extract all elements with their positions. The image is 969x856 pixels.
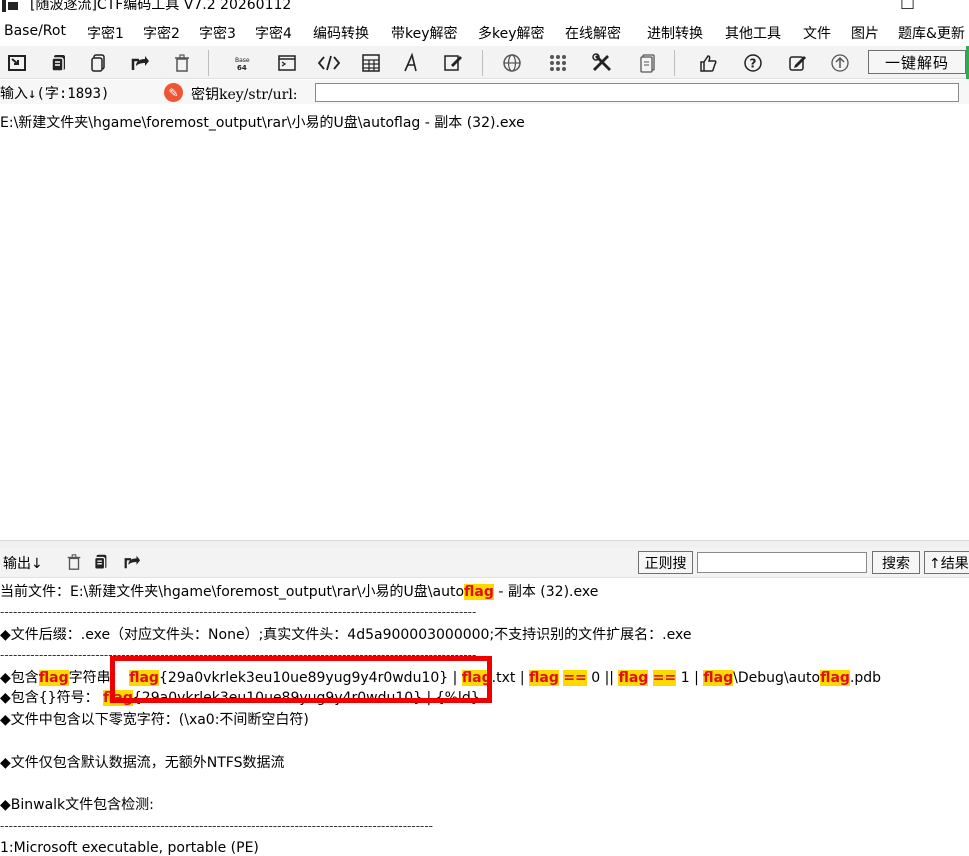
toolbar: Base 64 ? xyxy=(0,46,969,79)
menu-item[interactable]: 字密1 xyxy=(87,23,124,43)
toolbar-separator xyxy=(208,50,209,76)
one-click-decode-button[interactable]: 一键解码 xyxy=(868,50,966,74)
pencil-icon: ✎ xyxy=(164,83,183,102)
output-current-file: 当前文件：E:\新建文件夹\hgame\foremost_output\rar\… xyxy=(0,584,599,600)
menu-item[interactable]: 编码转换 xyxy=(313,23,369,43)
search-input[interactable] xyxy=(697,552,867,573)
search-button[interactable]: 搜索 xyxy=(872,551,920,574)
svg-text:64: 64 xyxy=(237,64,247,72)
globe-icon[interactable] xyxy=(499,50,525,76)
toolbar-separator xyxy=(674,50,675,76)
code-icon[interactable] xyxy=(316,50,342,76)
app-icon xyxy=(2,0,20,12)
splitter[interactable] xyxy=(0,540,969,548)
menu-item[interactable]: 进制转换 xyxy=(647,23,703,43)
result-button[interactable]: ↑结果 xyxy=(924,551,969,574)
output-ntfs-line: ◆文件仅包含默认数据流，无额外NTFS数据流 xyxy=(0,755,285,771)
maximize-icon[interactable]: □ xyxy=(900,0,915,11)
tools-icon[interactable] xyxy=(589,50,615,76)
output-label: 输出↓ xyxy=(3,556,43,572)
window-title: [随波逐流]CTF编码工具 V7.2 20260112 xyxy=(30,0,292,13)
divider: ----------------------------------------… xyxy=(0,819,434,833)
menu-item[interactable]: 字密3 xyxy=(199,23,236,43)
copy-icon[interactable] xyxy=(46,50,72,76)
help-icon[interactable]: ? xyxy=(740,50,766,76)
menu-item[interactable]: 文件 xyxy=(803,23,831,43)
trash-icon[interactable] xyxy=(63,551,85,573)
edit-chart-icon[interactable] xyxy=(440,50,466,76)
output-extension-line: ◆文件后缀：.exe（对应文件头：None）;真实文件头：4d5a9000030… xyxy=(0,627,692,643)
menu-item[interactable]: 图片 xyxy=(851,23,879,43)
upload-icon[interactable] xyxy=(827,50,853,76)
divider: ----------------------------------------… xyxy=(0,605,477,619)
regex-search-button[interactable]: 正则搜 xyxy=(638,551,693,574)
output-binwalk-line: ◆Binwalk文件包含检测: xyxy=(0,797,154,813)
base64-icon[interactable]: Base 64 xyxy=(230,50,256,76)
copy-icon[interactable] xyxy=(90,551,112,573)
terminal-icon[interactable] xyxy=(274,50,300,76)
menu-item[interactable]: Base/Rot xyxy=(4,23,66,39)
document-icon[interactable] xyxy=(635,50,661,76)
annotation-box xyxy=(110,656,492,703)
menu-item[interactable]: 题库&更新 xyxy=(898,23,965,43)
input-label: 输入↓(字:1893) xyxy=(0,86,110,102)
key-label: 密钥key/str/url: xyxy=(191,87,298,103)
font-icon[interactable] xyxy=(398,50,424,76)
menu-item[interactable]: 字密4 xyxy=(255,23,292,43)
menu-item[interactable]: 在线解密 xyxy=(565,23,621,43)
output-pe-line: 1:Microsoft executable, portable (PE) xyxy=(0,840,259,856)
menu-item[interactable]: 带key解密 xyxy=(391,23,458,43)
trash-icon[interactable] xyxy=(169,50,195,76)
flag-highlight: flag xyxy=(464,584,494,600)
share-icon[interactable] xyxy=(121,551,143,573)
input-textarea[interactable]: E:\新建文件夹\hgame\foremost_output\rar\小易的U盘… xyxy=(0,112,525,132)
share-icon[interactable] xyxy=(127,50,153,76)
menu-item[interactable]: 其他工具 xyxy=(725,23,781,43)
output-zero-width-line: ◆文件中包含以下零宽字符：(\xa0:不间断空白符) xyxy=(0,712,309,728)
svg-text:Base: Base xyxy=(235,57,250,64)
title-bar: [随波逐流]CTF编码工具 V7.2 20260112 □ xyxy=(0,0,969,14)
menu-item[interactable]: 字密2 xyxy=(143,23,180,43)
import-icon[interactable] xyxy=(4,50,30,76)
paste-icon[interactable] xyxy=(86,50,112,76)
key-input[interactable] xyxy=(315,83,959,102)
calculator-icon[interactable] xyxy=(358,50,384,76)
svg-text:?: ? xyxy=(750,57,757,71)
thumbs-up-icon[interactable] xyxy=(695,50,721,76)
grid-icon[interactable] xyxy=(545,50,571,76)
edit-icon[interactable] xyxy=(784,50,810,76)
menu-bar: Base/Rot 字密1 字密2 字密3 字密4 编码转换 带key解密 多key解密 在线解密… xyxy=(0,20,969,46)
menu-item[interactable]: 多key解密 xyxy=(478,23,545,43)
toolbar-separator xyxy=(482,50,483,76)
